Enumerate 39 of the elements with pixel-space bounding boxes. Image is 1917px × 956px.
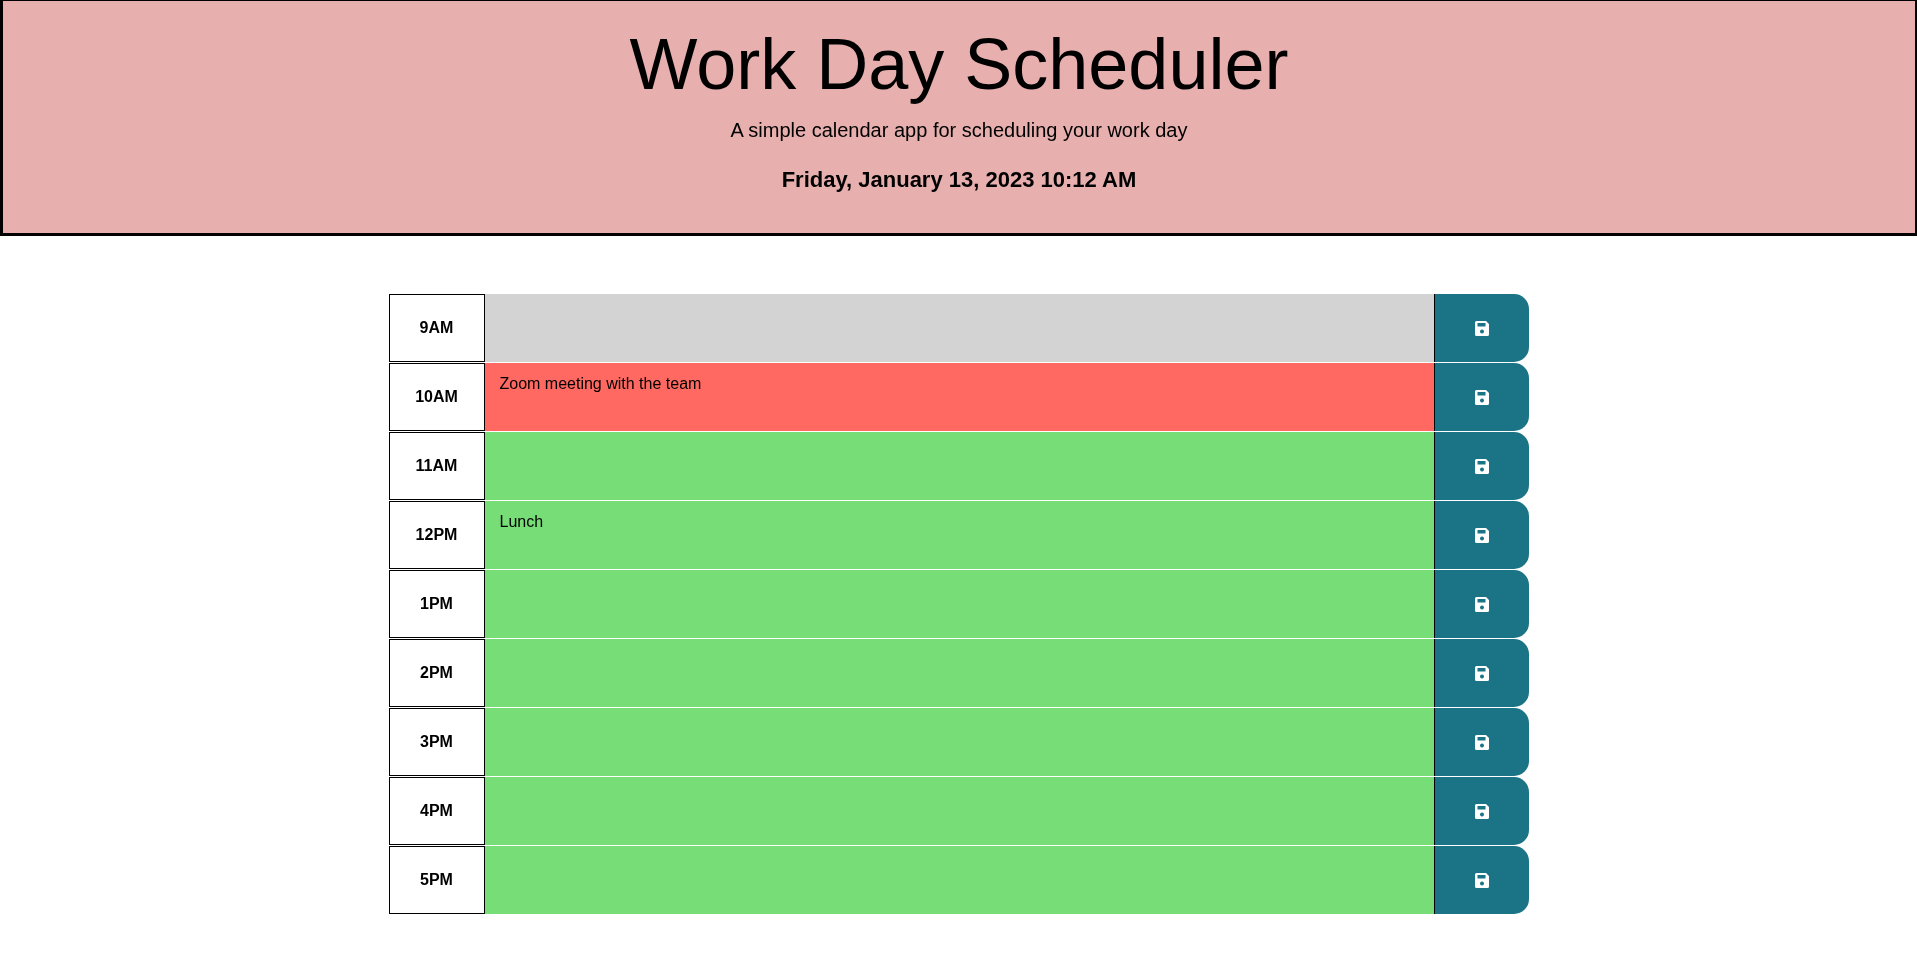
save-button[interactable] xyxy=(1433,639,1529,707)
hour-label: 12PM xyxy=(388,501,485,569)
save-button[interactable] xyxy=(1433,294,1529,362)
save-button[interactable] xyxy=(1433,432,1529,500)
hour-label: 10AM xyxy=(388,363,485,431)
save-button[interactable] xyxy=(1433,846,1529,914)
hour-label: 9AM xyxy=(388,294,485,362)
save-icon xyxy=(1474,596,1489,612)
hour-label: 5PM xyxy=(388,846,485,914)
event-field[interactable] xyxy=(484,294,1434,363)
save-button[interactable] xyxy=(1433,708,1529,776)
event-field[interactable] xyxy=(484,570,1434,639)
event-field[interactable] xyxy=(484,708,1434,777)
hour-label: 2PM xyxy=(388,639,485,707)
event-field[interactable] xyxy=(484,846,1434,915)
save-icon xyxy=(1474,665,1489,681)
save-icon xyxy=(1474,458,1489,474)
hour-label: 1PM xyxy=(388,570,485,638)
event-field[interactable]: Lunch xyxy=(484,501,1434,570)
save-icon xyxy=(1474,872,1489,888)
save-button[interactable] xyxy=(1433,570,1529,638)
save-icon xyxy=(1474,803,1489,819)
save-icon xyxy=(1474,527,1489,543)
page-title: Work Day Scheduler xyxy=(628,23,1290,106)
save-button[interactable] xyxy=(1433,777,1529,845)
event-field[interactable]: Zoom meeting with the team xyxy=(484,363,1434,432)
page-subtitle: A simple calendar app for scheduling your work day xyxy=(729,118,1189,143)
hour-label: 4PM xyxy=(388,777,485,845)
event-field[interactable] xyxy=(484,639,1434,708)
event-field[interactable] xyxy=(484,432,1434,501)
save-icon xyxy=(1474,320,1489,336)
save-icon xyxy=(1474,734,1489,750)
save-button[interactable] xyxy=(1433,363,1529,431)
save-button[interactable] xyxy=(1433,501,1529,569)
hour-label: 3PM xyxy=(388,708,485,776)
hour-label: 11AM xyxy=(388,432,485,500)
current-date: Friday, January 13, 2023 10:12 AM xyxy=(780,166,1138,194)
event-field[interactable] xyxy=(484,777,1434,846)
save-icon xyxy=(1474,389,1489,405)
